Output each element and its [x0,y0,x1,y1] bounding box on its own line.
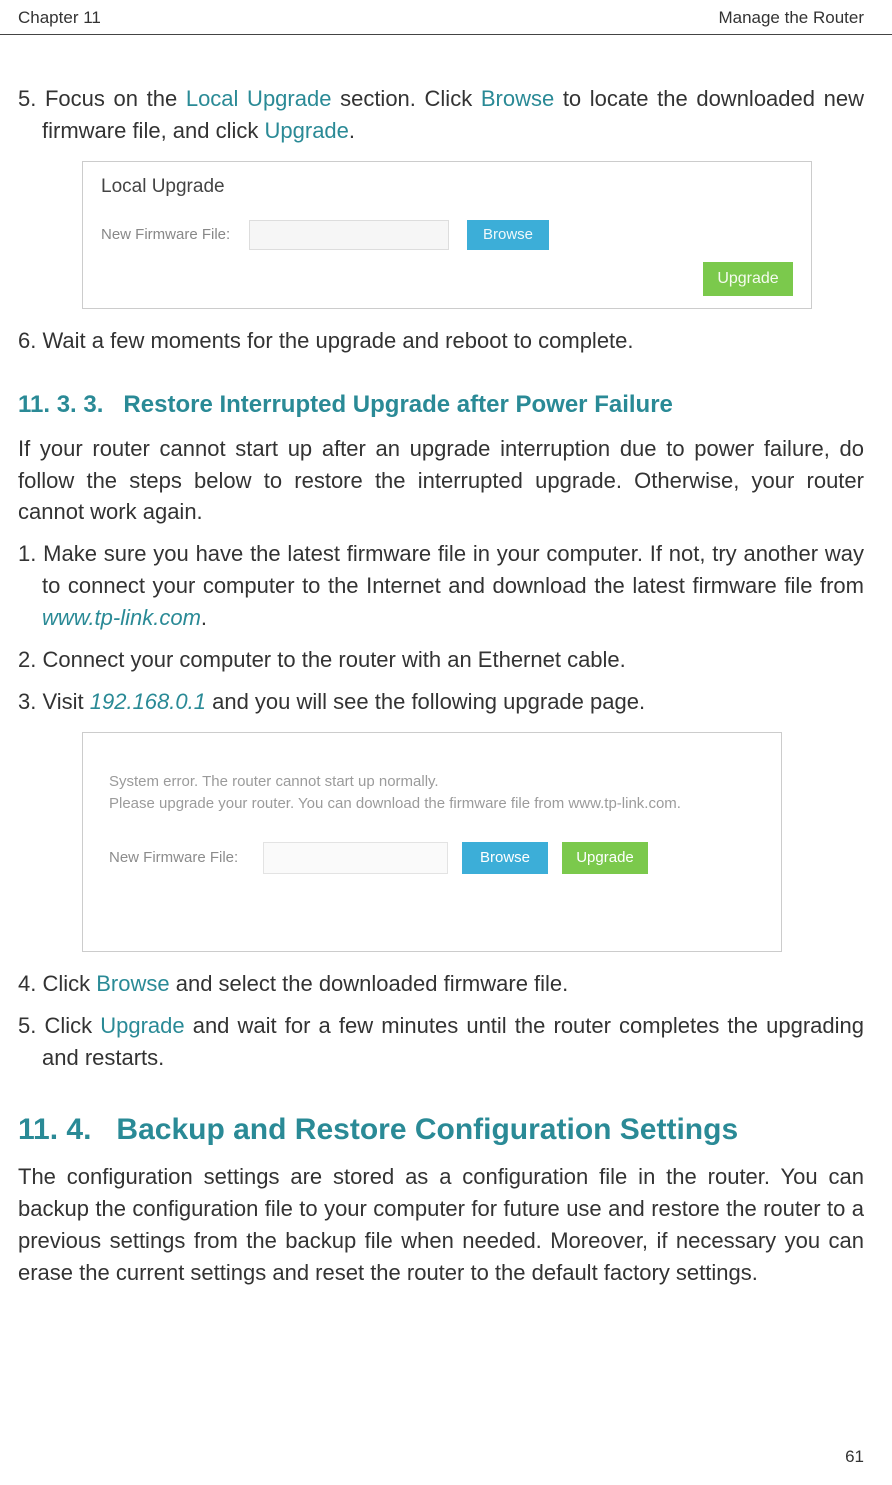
router-ip: 192.168.0.1 [90,689,206,714]
figure-row: New Firmware File: Browse Upgrade [109,842,755,874]
page-number: 61 [845,1447,864,1467]
upgrade-label: Upgrade [100,1013,184,1038]
error-message: System error. The router cannot start up… [109,771,755,816]
restore-step-5: 5. Click Upgrade and wait for a few minu… [18,1010,864,1074]
step-5: 5. Focus on the Local Upgrade section. C… [18,83,864,147]
firmware-file-input[interactable] [249,220,449,250]
text: 4. Click [18,971,96,996]
heading-number: 11. 4. [18,1113,91,1146]
browse-button[interactable]: Browse [462,842,548,874]
section-heading-11-3-3: 11. 3. 3. Restore Interrupted Upgrade af… [18,391,864,419]
figure-row: New Firmware File: Browse [101,220,793,250]
upgrade-button[interactable]: Upgrade [703,262,793,296]
text: 5. Click [18,1013,100,1038]
step-6: 6. Wait a few moments for the upgrade an… [18,325,864,357]
browse-label: Browse [96,971,169,996]
browse-label: Browse [481,86,554,111]
text: . [201,605,207,630]
heading-text: Restore Interrupted Upgrade after Power … [123,391,672,418]
page-content: 5. Focus on the Local Upgrade section. C… [0,35,892,1289]
error-line-1: System error. The router cannot start up… [109,773,439,790]
header-right: Manage the Router [718,8,864,28]
new-firmware-label: New Firmware File: [109,849,249,866]
browse-button[interactable]: Browse [467,220,549,250]
text: section. Click [331,86,480,111]
heading-number: 11. 3. 3. [18,391,103,418]
paragraph-intro: If your router cannot start up after an … [18,433,864,529]
text: and select the downloaded firmware file. [170,971,569,996]
upgrade-label: Upgrade [265,118,349,143]
text: 5. Focus on the [18,86,186,111]
text: 1. Make sure you have the latest firmwar… [18,541,864,598]
text: . [349,118,355,143]
local-upgrade-label: Local Upgrade [186,86,332,111]
figure-title: Local Upgrade [101,176,793,198]
upgrade-button[interactable]: Upgrade [562,842,648,874]
restore-step-3: 3. Visit 192.168.0.1 and you will see th… [18,686,864,718]
section-heading-11-4: 11. 4. Backup and Restore Configuration … [18,1113,864,1147]
text: and you will see the following upgrade p… [206,689,645,714]
header-left: Chapter 11 [18,8,101,28]
figure-local-upgrade: Local Upgrade New Firmware File: Browse … [82,161,812,309]
tp-link-url: www.tp-link.com [42,605,201,630]
new-firmware-label: New Firmware File: [101,226,231,243]
firmware-file-input[interactable] [263,842,448,874]
restore-step-1: 1. Make sure you have the latest firmwar… [18,538,864,634]
page-header: Chapter 11 Manage the Router [0,0,892,35]
text: 3. Visit [18,689,90,714]
restore-step-4: 4. Click Browse and select the downloade… [18,968,864,1000]
restore-step-2: 2. Connect your computer to the router w… [18,644,864,676]
paragraph-backup: The configuration settings are stored as… [18,1161,864,1289]
error-line-2: Please upgrade your router. You can down… [109,795,681,812]
figure-upgrade-page: System error. The router cannot start up… [82,732,782,952]
heading-text: Backup and Restore Configuration Setting… [116,1113,738,1146]
